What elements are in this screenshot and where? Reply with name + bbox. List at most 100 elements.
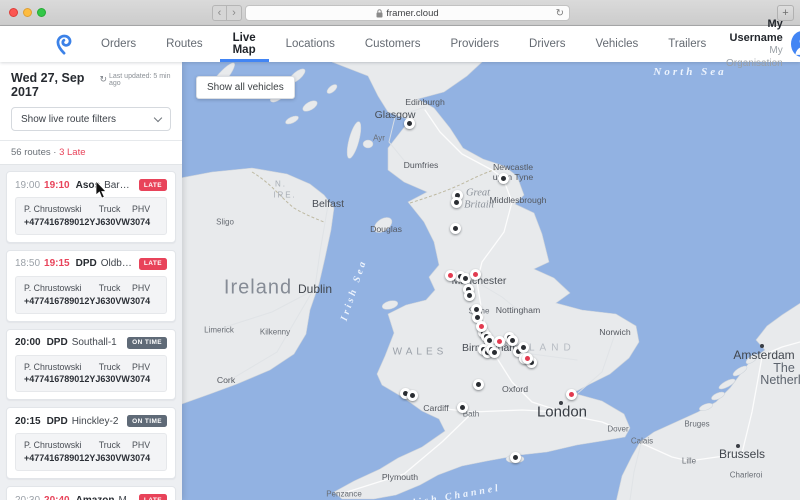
- vehicle-marker[interactable]: [450, 196, 462, 208]
- trailer-label: PHV: [132, 204, 151, 214]
- route-card[interactable]: 20:00 DPD Southall-1 ON TIME P. Chrustow…: [6, 328, 176, 401]
- vehicle-marker[interactable]: [488, 346, 500, 358]
- app-navbar: Orders Routes Live Map Locations Customers Pr…: [0, 18, 800, 69]
- city-dot: [559, 401, 563, 405]
- app-logo-icon[interactable]: [54, 33, 76, 55]
- driver-info-box: P. Chrustowski +477416789012 Truck YJ630…: [15, 275, 167, 314]
- city-dot: [760, 344, 764, 348]
- route-card[interactable]: 19:00 19:10 Asos Barnsley-1 LATE P. Chru…: [6, 171, 176, 243]
- tab-locations[interactable]: Locations: [271, 26, 350, 62]
- tab-routes[interactable]: Routes: [151, 26, 217, 62]
- zoom-window-button[interactable]: [37, 8, 46, 17]
- trailer-label: PHV: [132, 361, 151, 372]
- date-label: Wed 27, Sep 2017: [11, 71, 85, 99]
- map-label: Lille: [681, 456, 697, 466]
- sidebar-header: Wed 27, Sep 2017 ↻ Last updated: 5 min a…: [0, 62, 182, 140]
- map-label: Norwich: [599, 327, 631, 337]
- vehicle-registration: YJ630VW: [89, 374, 130, 385]
- customer-name: DPD: [75, 258, 97, 270]
- avatar[interactable]: [790, 31, 800, 57]
- route-card-header: 18:50 19:15 DPD Oldbury-1 LATE: [15, 257, 167, 270]
- tab-live-map[interactable]: Live Map: [218, 26, 271, 62]
- map-label: Ayr: [373, 133, 385, 143]
- map-label: N.: [275, 179, 287, 189]
- vehicle-marker-late[interactable]: [493, 335, 505, 347]
- vehicle-registration: YJ630VW: [89, 295, 130, 306]
- map-label: North Sea: [653, 66, 727, 78]
- map-label: Limerick: [204, 325, 234, 335]
- close-window-button[interactable]: [9, 8, 18, 17]
- forward-button[interactable]: ›: [227, 5, 242, 21]
- vehicle-marker[interactable]: [517, 341, 529, 353]
- vehicle-registration: YJ630VW: [89, 216, 130, 227]
- vehicle-marker[interactable]: [459, 272, 471, 284]
- map-label: Great: [465, 187, 491, 199]
- route-card[interactable]: 20:30 20:40 Amazon Milton Keyn… LATE P. …: [6, 486, 176, 500]
- driver-name: P. Chrustowski: [24, 204, 82, 214]
- vehicle-marker[interactable]: [406, 389, 418, 401]
- trailer-id: 3074: [130, 453, 151, 464]
- vehicle-marker[interactable]: [449, 222, 461, 234]
- map-label: Plymouth: [381, 472, 419, 482]
- vehicle-marker-late[interactable]: [444, 269, 456, 281]
- route-card-header: 20:15 DPD Hinckley-2 ON TIME: [15, 415, 167, 428]
- trailer-label: PHV: [132, 282, 151, 293]
- vehicle-marker[interactable]: [472, 378, 484, 390]
- vehicle-marker[interactable]: [463, 289, 475, 301]
- tab-vehicles[interactable]: Vehicles: [580, 26, 653, 62]
- route-card-header: 19:00 19:10 Asos Barnsley-1 LATE: [15, 179, 167, 191]
- main-content: Wed 27, Sep 2017 ↻ Last updated: 5 min a…: [0, 62, 800, 500]
- user-menu[interactable]: My Username My Organisation: [721, 18, 800, 71]
- history-buttons: ‹ ›: [212, 5, 242, 21]
- status-badge: LATE: [138, 257, 167, 270]
- driver-info-box: P. Chrustowski +477416789012 Truck YJ630…: [15, 354, 167, 393]
- vehicle-marker[interactable]: [509, 451, 521, 463]
- driver-info-box: P. Chrustowski +477416789012 Truck YJ630…: [15, 433, 167, 472]
- window-controls: [9, 8, 46, 17]
- vehicle-marker[interactable]: [506, 334, 518, 346]
- tab-drivers[interactable]: Drivers: [514, 26, 580, 62]
- minimize-window-button[interactable]: [23, 8, 32, 17]
- vehicle-registration: YJ630VW: [89, 453, 130, 464]
- routes-sidebar: Wed 27, Sep 2017 ↻ Last updated: 5 min a…: [0, 62, 182, 500]
- address-bar[interactable]: framer.cloud ↻: [245, 5, 570, 21]
- show-all-vehicles-button[interactable]: Show all vehicles: [196, 76, 295, 99]
- map-label: Charleroi: [729, 470, 763, 480]
- back-button[interactable]: ‹: [212, 5, 227, 21]
- tab-customers[interactable]: Customers: [350, 26, 436, 62]
- tab-orders[interactable]: Orders: [86, 26, 151, 62]
- map-label: Bruges: [684, 419, 710, 429]
- route-card[interactable]: 18:50 19:15 DPD Oldbury-1 LATE P. Chrust…: [6, 249, 176, 322]
- vehicle-type-label: Truck: [98, 361, 121, 372]
- map-label: Netherlands: [760, 373, 800, 387]
- route-filters-dropdown[interactable]: Show live route filters: [11, 107, 171, 131]
- refresh-icon[interactable]: ↻: [99, 74, 107, 85]
- vehicle-type-label: Truck: [98, 282, 121, 293]
- vehicle-marker-late[interactable]: [475, 320, 487, 332]
- vehicle-marker-late[interactable]: [469, 268, 481, 280]
- map-label: Sligo: [216, 217, 234, 227]
- vehicle-marker[interactable]: [456, 401, 468, 413]
- map-label: Penzance: [326, 489, 362, 499]
- tab-providers[interactable]: Providers: [435, 26, 514, 62]
- count-separator: ·: [53, 147, 57, 158]
- vehicle-type-label: Truck: [98, 204, 121, 214]
- status-badge: LATE: [138, 179, 167, 191]
- map-label: Newcastle: [492, 162, 534, 172]
- browser-chrome: ‹ › framer.cloud ↻ +: [0, 0, 800, 26]
- vehicle-marker-late[interactable]: [521, 352, 533, 364]
- vehicle-marker[interactable]: [403, 117, 415, 129]
- live-map[interactable]: Show all vehicles North Sea Irish Sea Engl…: [182, 62, 800, 500]
- trailer-id: 3074: [130, 216, 151, 227]
- route-list: 19:00 19:10 Asos Barnsley-1 LATE P. Chru…: [0, 164, 182, 500]
- reload-icon[interactable]: ↻: [556, 8, 564, 19]
- vehicle-marker[interactable]: [497, 172, 509, 184]
- driver-name: P. Chrustowski: [24, 282, 82, 293]
- driver-info-box: P. Chrustowski +477416789012 Truck YJ630…: [15, 197, 167, 235]
- map-label: Edinburgh: [405, 97, 445, 107]
- vehicle-type-label: Truck: [98, 440, 121, 451]
- route-card[interactable]: 20:15 DPD Hinckley-2 ON TIME P. Chrustow…: [6, 407, 176, 480]
- vehicle-marker-late[interactable]: [565, 388, 577, 400]
- tab-trailers[interactable]: Trailers: [653, 26, 721, 62]
- customer-name: Amazon: [76, 495, 115, 500]
